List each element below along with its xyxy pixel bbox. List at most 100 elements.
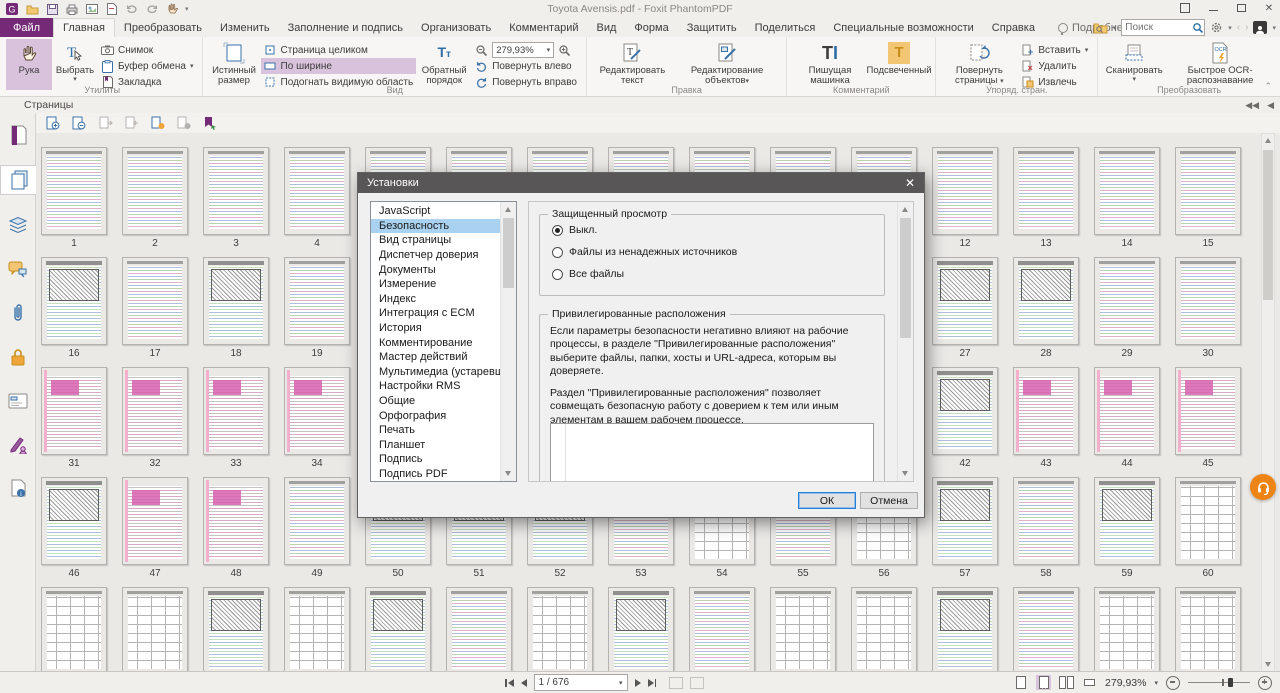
category-item[interactable]: Настройки RMS	[371, 379, 500, 394]
cancel-button[interactable]: Отмена	[860, 492, 918, 509]
page-zoom-in-icon[interactable]	[45, 115, 62, 131]
scroll-down-icon[interactable]	[1262, 658, 1274, 671]
restore-icon[interactable]	[1234, 2, 1248, 14]
hand-tool-icon[interactable]	[165, 3, 179, 16]
tab-2[interactable]: Изменить	[211, 18, 279, 37]
page-thumbnail[interactable]	[122, 147, 188, 235]
category-item[interactable]: Измерение	[371, 277, 500, 292]
page-thumbnail[interactable]	[1094, 257, 1160, 345]
category-item[interactable]: Интеграция с ECM	[371, 306, 500, 321]
page-thumbnail[interactable]	[1094, 367, 1160, 455]
page-thumbnail[interactable]	[203, 477, 269, 565]
page-thumbnail[interactable]	[203, 257, 269, 345]
page-thumbnail[interactable]	[41, 367, 107, 455]
page-thumbnail[interactable]	[365, 587, 431, 672]
page-thumbnail[interactable]	[1013, 477, 1079, 565]
tab-3[interactable]: Заполнение и подпись	[279, 18, 412, 37]
redo-icon[interactable]	[145, 3, 159, 16]
dialog-titlebar[interactable]: Установки ✕	[358, 173, 924, 193]
gear-icon[interactable]	[1210, 21, 1223, 34]
category-item[interactable]: Печать	[371, 423, 500, 438]
new-page-icon[interactable]	[149, 115, 166, 131]
category-item[interactable]: Диспетчер доверия	[371, 248, 500, 263]
comments-panel-icon[interactable]	[3, 255, 33, 283]
signature-panel-icon[interactable]	[3, 431, 33, 459]
page-thumbnail[interactable]	[932, 367, 998, 455]
forward-icon[interactable]: ›	[1245, 22, 1248, 33]
page-thumbnail[interactable]	[1175, 147, 1241, 235]
category-item[interactable]: Планшет	[371, 438, 500, 453]
page-thumbnail[interactable]	[284, 257, 350, 345]
properties-panel-icon[interactable]: i	[3, 475, 33, 503]
undo-icon[interactable]	[125, 3, 139, 16]
radio-all-files[interactable]: Все файлы	[552, 267, 884, 281]
zoom-slider-thumb[interactable]	[1228, 678, 1233, 687]
pages-panel-icon[interactable]	[0, 165, 36, 195]
page-edit-icon[interactable]	[105, 3, 119, 16]
export-icon[interactable]	[85, 3, 99, 16]
insert-page-button[interactable]: + Вставить ▾	[1018, 42, 1091, 58]
page-thumbnail[interactable]	[1094, 477, 1160, 565]
last-page-icon[interactable]	[648, 679, 657, 687]
edit-text-button[interactable]: T Редактировать текст	[591, 39, 674, 90]
dock-left-icon[interactable]: ◀◀	[1245, 100, 1259, 111]
zoom-in-icon[interactable]	[558, 44, 571, 57]
page-thumbnail[interactable]	[41, 257, 107, 345]
scroll-up-icon[interactable]	[1262, 134, 1274, 147]
page-thumbnail[interactable]	[284, 477, 350, 565]
page-thumbnail[interactable]	[932, 257, 998, 345]
page-thumbnail[interactable]	[932, 477, 998, 565]
replace-page-icon[interactable]	[123, 115, 140, 131]
page-thumbnail[interactable]	[527, 587, 593, 672]
close-icon[interactable]: ✕	[1262, 2, 1276, 14]
print-icon[interactable]	[65, 3, 79, 16]
zoom-combobox[interactable]: 279,93%▾	[492, 42, 554, 58]
tab-10[interactable]: Специальные возможности	[824, 18, 982, 37]
page-thumbnail[interactable]	[446, 587, 512, 672]
bookmarks-panel-icon[interactable]	[3, 121, 33, 149]
page-thumbnail[interactable]	[608, 587, 674, 672]
previous-page-icon[interactable]	[521, 679, 527, 687]
page-thumbnail[interactable]	[1175, 367, 1241, 455]
page-number-combobox[interactable]: 1 / 676 ▾	[534, 674, 628, 691]
tab-7[interactable]: Форма	[625, 18, 677, 37]
thumbnails-scrollbar[interactable]	[1261, 133, 1275, 672]
facing-continuous-view-icon[interactable]	[1082, 675, 1097, 690]
collapse-panel-icon[interactable]: ◀	[1267, 100, 1274, 111]
tab-11[interactable]: Справка	[983, 18, 1044, 37]
folder-search-dropdown[interactable]: ▾	[1113, 24, 1117, 32]
privileged-locations-list[interactable]	[550, 423, 874, 482]
next-view-icon[interactable]	[690, 677, 704, 689]
zoom-out-icon[interactable]	[475, 44, 488, 57]
page-thumbnail[interactable]	[1013, 257, 1079, 345]
tab-8[interactable]: Защитить	[678, 18, 746, 37]
page-thumbnail[interactable]	[770, 587, 836, 672]
page-thumbnail[interactable]	[122, 587, 188, 672]
ok-button[interactable]: ОК	[798, 492, 856, 509]
page-thumbnail[interactable]	[932, 587, 998, 672]
dialog-close-icon[interactable]: ✕	[905, 177, 915, 189]
page-zoom-out-icon[interactable]	[71, 115, 88, 131]
page-thumbnail[interactable]	[122, 257, 188, 345]
search-input[interactable]	[1122, 22, 1192, 33]
zoom-in-button[interactable]	[1258, 676, 1272, 690]
page-thumbnail[interactable]	[284, 367, 350, 455]
security-panel-icon[interactable]	[3, 343, 33, 371]
zoom-slider[interactable]	[1188, 676, 1250, 689]
open-file-icon[interactable]	[25, 3, 39, 16]
attachments-panel-icon[interactable]	[3, 299, 33, 327]
category-item[interactable]: Подпись PDF	[371, 467, 500, 481]
page-thumbnail[interactable]	[203, 587, 269, 672]
page-thumbnail[interactable]	[1094, 587, 1160, 672]
facing-view-icon[interactable]	[1059, 675, 1074, 690]
typewriter-button[interactable]: TI Пишущая машинка	[791, 39, 868, 90]
tab-1[interactable]: Преобразовать	[115, 18, 211, 37]
zoom-out-button[interactable]	[1166, 676, 1180, 690]
category-item[interactable]: Безопасность	[371, 219, 500, 234]
delete-page-button[interactable]: × Удалить	[1018, 58, 1091, 74]
category-item[interactable]: Мастер действий	[371, 350, 500, 365]
tab-4[interactable]: Организовать	[412, 18, 500, 37]
category-scrollbar[interactable]	[500, 202, 516, 481]
account-dropdown[interactable]: ▾	[1272, 24, 1276, 32]
insert-page-icon[interactable]	[97, 115, 114, 131]
